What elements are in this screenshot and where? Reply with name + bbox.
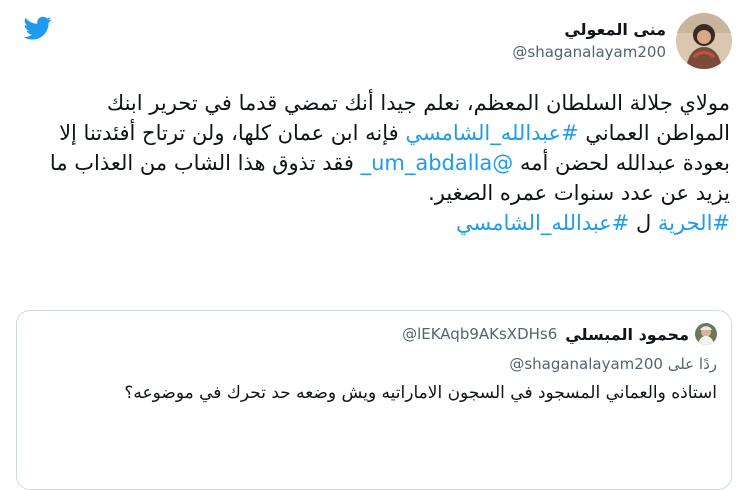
- tweet-author-header: منى المعولي @shaganalayam200: [512, 13, 732, 69]
- hashtag-link[interactable]: #عبدالله_الشامسي: [456, 211, 629, 235]
- hashtag-link[interactable]: #الحرية: [658, 211, 730, 235]
- quoted-tweet-text: استاذه والعماني المسجود في السجون الامار…: [124, 383, 717, 403]
- hashtag-link[interactable]: #عبدالله_الشامسي: [405, 121, 578, 145]
- twitter-logo-icon[interactable]: [22, 14, 54, 42]
- author-display-name[interactable]: منى المعولي: [512, 20, 666, 40]
- mention-link[interactable]: @um_abdalla_: [361, 151, 514, 175]
- tweet-text: مولاي جلالة السلطان المعظم، نعلم جيدا أن…: [30, 88, 730, 238]
- author-names: منى المعولي @shaganalayam200: [512, 20, 666, 62]
- quoted-author-name: محمود المبسلي: [565, 324, 689, 344]
- author-handle[interactable]: @shaganalayam200: [512, 42, 666, 62]
- quoted-author-avatar: [695, 323, 717, 345]
- replying-to-line: ردًا على @shaganalayam200: [31, 355, 717, 373]
- quoted-tweet-header: محمود المبسلي @lEKAqb9AKsXDHs6: [31, 323, 717, 345]
- tweet-text-part: ل: [629, 211, 658, 235]
- author-avatar[interactable]: [676, 13, 732, 69]
- replying-to-mention[interactable]: @shaganalayam200: [509, 355, 663, 373]
- quoted-tweet-card[interactable]: محمود المبسلي @lEKAqb9AKsXDHs6 ردًا على …: [16, 310, 732, 490]
- quoted-author-handle: @lEKAqb9AKsXDHs6: [402, 325, 558, 343]
- replying-to-prefix: ردًا على: [667, 355, 717, 373]
